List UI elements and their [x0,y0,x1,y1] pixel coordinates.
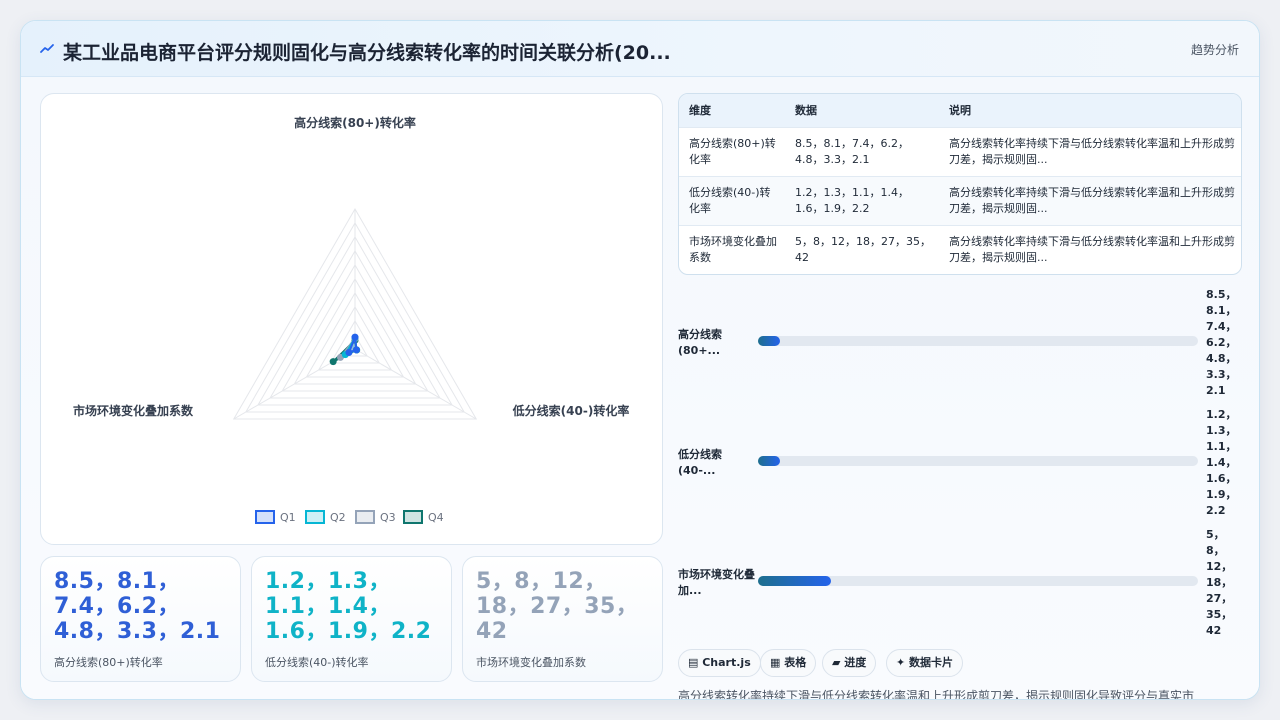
trend-analysis-tag: 趋势分析 [1190,43,1239,57]
radar-point [345,349,353,356]
legend-label: Q2 [330,511,346,524]
kpi-value: 8.5，8.1，7.4，6.2，4.8，3.3，2.1 [54,569,221,644]
table-cell: 高分线索转化率持续下滑与低分线索转化率温和上升形成剪刀差，揭示规则固... [949,136,1235,166]
chip-table[interactable]: ▦ 表格 [760,649,817,677]
progress-fill [758,336,780,346]
chip-label: Chart.js [702,656,751,669]
kpi-value: 1.2，1.3，1.1，1.4，1.6，1.9，2.2 [265,569,432,644]
progress-track [758,456,1198,466]
table-cell: 高分线索转化率持续下滑与低分线索转化率温和上升形成剪刀差，揭示规则固... [949,234,1235,264]
radar-axis-label: 市场环境变化叠加系数 [73,403,194,418]
table-cell: 高分线索转化率持续下滑与低分线索转化率温和上升形成剪刀差，揭示规则固... [949,185,1235,215]
table-cell: 低分线索(40-)转化率 [689,185,771,215]
summary-text: 高分线索转化率持续下滑与低分线索转化率温和上升形成剪刀差，揭示规则固化导致评分与… [678,689,1195,700]
legend-swatch [403,510,423,524]
radar-point [351,333,359,341]
data-table: 维度 数据 说明 高分线索(80+)转化率 8.5，8.1，7.4，6.2，4.… [678,93,1242,275]
column-header: 说明 [949,104,971,118]
radar-axis-label: 低分线索(40-)转化率 [512,403,630,418]
table-cell: 5，8，12，18，27，35，42 [795,234,931,264]
table-icon: ▦ [770,656,785,669]
chip-label: 数据卡片 [909,656,954,669]
radar-axis-label: 高分线索(80+)转化率 [294,115,416,130]
table-cell: 市场环境变化叠加系数 [689,234,777,264]
chart-icon: ▤ [688,656,703,669]
progress-label: 市场环境变化叠加... [678,568,755,597]
kpi-card-low-score: 1.2，1.3，1.1，1.4，1.6，1.9，2.2 低分线索(40-)转化率 [251,556,452,682]
kpi-value: 5，8，12，18，27，35，42 [476,569,639,644]
table-cell: 高分线索(80+)转化率 [689,136,776,166]
column-header: 维度 [689,104,711,118]
legend-label: Q4 [428,511,444,524]
kpi-card-high-score: 8.5，8.1，7.4，6.2，4.8，3.3，2.1 高分线索(80+)转化率 [40,556,241,682]
column-header: 数据 [795,104,817,118]
progress-value: 1.2，1.3，1.1，1.4，1.6，1.9，2.2 [1206,408,1237,517]
chip-label: 进度 [844,656,867,669]
chip-progress[interactable]: ▰ 进度 [822,649,877,677]
progress-track [758,576,1198,586]
page-title: 某工业品电商平台评分规则固化与高分线索转化率的时间关联分析(20... [63,42,671,64]
legend-label: Q3 [380,511,396,524]
kpi-label: 低分线索(40-)转化率 [265,656,369,669]
radar-point [352,346,360,354]
legend-swatch [355,510,375,524]
table-cell: 1.2，1.3，1.1，1.4，1.6，1.9，2.2 [795,185,909,215]
kpi-label: 高分线索(80+)转化率 [54,656,163,669]
chip-chartjs[interactable]: ▤ Chart.js [678,649,761,677]
table-row: 市场环境变化叠加系数 5，8，12，18，27，35，42 高分线索转化率持续下… [679,225,1241,274]
table-header-row: 维度 数据 说明 [679,94,1241,127]
progress-icon: ▰ [832,656,845,669]
radar-chart-panel: 高分线索(80+)转化率低分线索(40-)转化率 市场环境变化叠加系数 Q1 Q2 Q3… [40,93,663,545]
table-cell: 8.5，8.1，7.4，6.2，4.8，3.3，2.1 [795,136,909,166]
progress-label: 高分线索(80+... [678,328,722,357]
legend-swatch [305,510,325,524]
progress-label: 低分线索(40-... [678,448,722,477]
kpi-label: 市场环境变化叠加系数 [476,656,586,669]
table-row: 高分线索(80+)转化率 8.5，8.1，7.4，6.2，4.8，3.3，2.1… [679,127,1241,176]
sparkle-icon: ✦ [896,656,910,669]
progress-fill [758,456,780,466]
chip-data-cards[interactable]: ✦ 数据卡片 [886,649,964,677]
progress-track [758,336,1198,346]
table-row: 低分线索(40-)转化率 1.2，1.3，1.1，1.4，1.6，1.9，2.2… [679,176,1241,225]
legend-label: Q1 [280,511,296,524]
progress-value: 8.5，8.1，7.4，6.2，4.8，3.3，2.1 [1206,288,1237,397]
progress-value: 5，8，12，18，27，35，42 [1206,528,1233,637]
chip-label: 表格 [784,656,807,669]
progress-list: 高分线索(80+... 8.5，8.1，7.4，6.2，4.8，3.3，2.1 … [678,287,1242,637]
radar-chart: 高分线索(80+)转化率低分线索(40-)转化率 市场环境变化叠加系数 Q1 Q2 Q3… [73,115,630,524]
kpi-card-market-factor: 5，8，12，18，27，35，42 市场环境变化叠加系数 [462,556,663,682]
dashboard-card: 某工业品电商平台评分规则固化与高分线索转化率的时间关联分析(20... 趋势分析… [20,20,1260,700]
trend-line-icon [40,44,54,53]
legend-swatch [255,510,275,524]
progress-fill [758,576,831,586]
radar-point [329,358,337,366]
header: 某工业品电商平台评分规则固化与高分线索转化率的时间关联分析(20... 趋势分析 [21,21,1259,77]
